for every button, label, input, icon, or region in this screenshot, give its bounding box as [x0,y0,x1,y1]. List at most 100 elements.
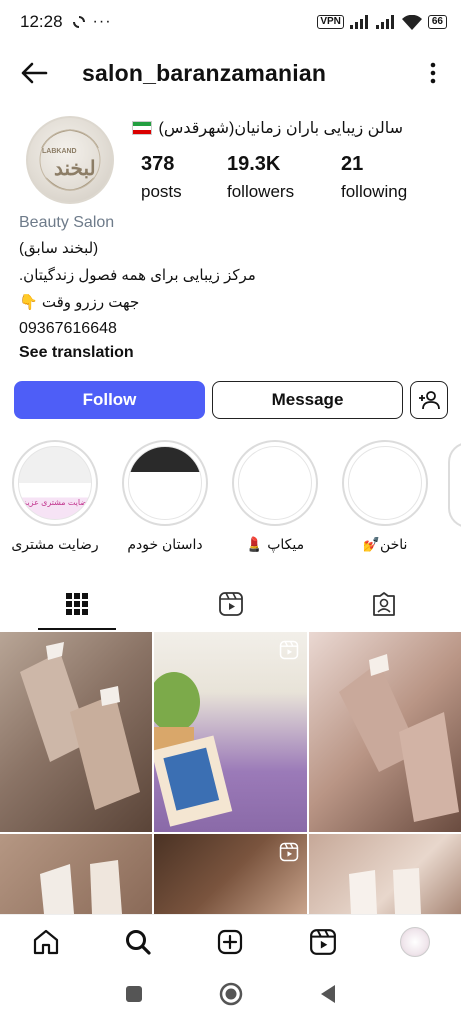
more-notifications-icon: ··· [92,13,112,30]
tagged-icon [373,592,396,616]
highlight-nails[interactable]: ناخن💅 [340,440,430,553]
status-right-icons: VPN 66 [317,14,447,30]
signal-icon-2 [375,15,394,29]
status-bar: 12:28 ··· VPN 66 [0,0,461,44]
android-back-button[interactable] [319,984,337,1009]
profile-content-tabs [0,578,461,630]
circle-icon [219,982,242,1005]
highlight-label: ناخن💅 [362,536,408,552]
reels-icon [279,640,299,660]
bottom-navigation [0,914,461,968]
more-vertical-icon [430,62,436,84]
following-count: 21 [341,153,364,175]
nav-home[interactable] [23,919,69,965]
status-left-icons: ··· [71,13,112,31]
message-button[interactable]: Message [212,381,403,419]
bio-line-1: (لبخند سابق) [19,240,99,257]
posts-count: 378 [141,153,175,175]
followers-count: 19.3K [227,153,281,175]
signal-icon [349,15,368,29]
wifi-icon [401,14,422,30]
add-user-icon [419,391,440,410]
highlight-label: میکاپ 💄 [245,536,305,552]
reels-icon [279,842,299,862]
highlight-ring [232,440,318,526]
more-options-button[interactable] [421,62,445,84]
nav-search[interactable] [115,919,161,965]
nail-photo-graphic [349,868,421,914]
tab-reels[interactable] [154,578,308,630]
nav-profile[interactable] [392,919,438,965]
battery-indicator: 66 [427,15,447,29]
vpn-badge: VPN [317,15,344,29]
avatar-logo-latin: LABKAND [42,148,77,155]
highlight-cover-caption: رضایت مشتری عزیزم [19,498,91,507]
followers-label: followers [227,182,295,201]
create-icon [218,929,243,954]
home-icon [33,929,59,954]
nav-profile-avatar [399,926,430,957]
tab-posts-grid[interactable] [0,578,154,630]
android-system-nav [0,968,461,1024]
android-home-button[interactable] [219,982,243,1011]
following-label: following [341,182,408,201]
iran-flag-icon [132,121,153,135]
highlight-cover [128,446,202,520]
square-icon [125,985,142,1002]
highlight-partial-next[interactable] [448,442,461,528]
grid-icon [65,593,88,615]
post-thumbnail[interactable] [0,632,152,832]
bio-line-3: 👇 جهت رزرو وقت [19,294,140,311]
highlight-label: داستان خودم [127,536,203,552]
highlight-ring [342,440,428,526]
post-thumbnail[interactable] [309,632,461,832]
follow-button[interactable]: Follow [14,381,205,419]
profile-category: Beauty Salon [19,214,115,231]
reels-icon [218,592,243,616]
suggested-accounts-button[interactable] [410,381,448,419]
highlight-my-story[interactable]: داستان خودم [120,440,210,553]
reels-icon [309,928,336,955]
tab-tagged[interactable] [307,578,461,630]
avatar-logo-text: لبخند [54,156,96,180]
see-translation-link[interactable]: See translation [19,344,134,362]
reel-badge [279,842,299,867]
highlight-cover: رضایت مشتری عزیزم [18,446,92,520]
recents-button[interactable] [125,985,143,1008]
post-thumbnail[interactable] [0,834,152,914]
post-thumbnail[interactable] [154,834,307,914]
posts-label: posts [141,182,182,201]
followers-stat[interactable]: 19.3K followers [227,153,294,202]
highlight-label: رضایت مشتری [11,536,99,552]
highlight-customer-satisfaction[interactable]: رضایت مشتری عزیزم رضایت مشتری [10,440,100,553]
profile-full-name: سالن زیبایی باران زمانیان(شهرقدس) [132,118,403,138]
highlight-ring [122,440,208,526]
profile-top-bar: salon_baranzamanian [0,50,461,96]
posts-stat[interactable]: 378 posts [141,153,182,202]
bio-line-2: .مرکز زیبایی برای همه فصول زندگیتان [19,267,256,284]
reel-badge [279,640,299,665]
post-thumbnail[interactable] [154,632,307,832]
highlight-cover [238,446,312,520]
posts-grid [0,632,461,914]
highlight-makeup[interactable]: میکاپ 💄 [230,440,320,553]
following-stat[interactable]: 21 following [341,153,407,202]
search-icon [126,929,151,955]
back-button[interactable] [16,55,52,91]
sync-icon [72,16,85,28]
profile-username: salon_baranzamanian [82,59,327,86]
triangle-back-icon [320,984,335,1003]
profile-avatar[interactable]: LABKAND لبخند [26,116,114,204]
full-name-text: سالن زیبایی باران زمانیان(شهرقدس) [158,120,403,137]
nail-photo-graphic [20,642,140,810]
nav-create[interactable] [207,919,253,965]
post-thumbnail[interactable] [309,834,461,914]
highlight-cover [348,446,422,520]
bio-phone-number[interactable]: 09367616648 [19,320,117,338]
nail-photo-graphic [339,654,459,822]
status-time: 12:28 [20,12,63,31]
arrow-left-icon [21,62,48,84]
nail-photo-graphic [40,860,122,914]
nav-reels[interactable] [300,919,346,965]
highlight-ring: رضایت مشتری عزیزم [12,440,98,526]
